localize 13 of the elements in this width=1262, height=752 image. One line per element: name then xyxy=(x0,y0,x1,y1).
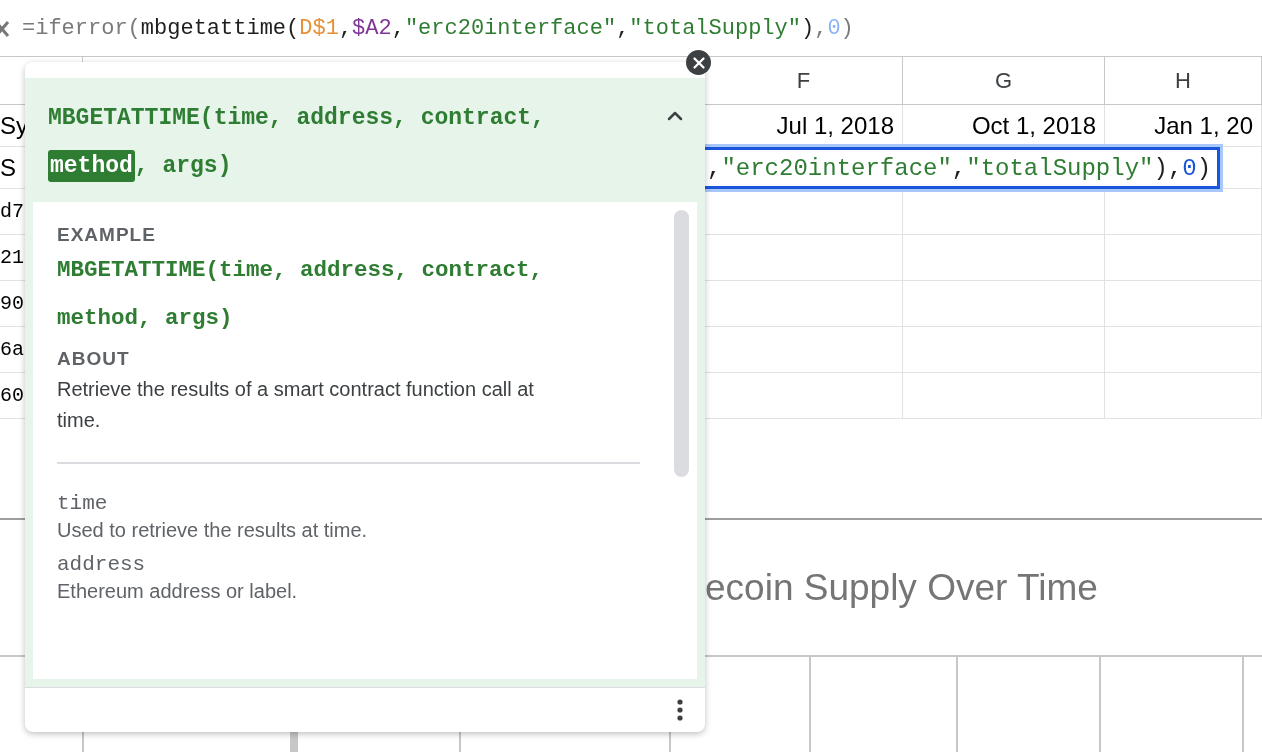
column-header[interactable]: F xyxy=(705,57,903,105)
parameter-description: Ethereum address or label. xyxy=(57,579,299,604)
parameter-name: address xyxy=(57,553,147,576)
parameter-description: Used to retrieve the results at time. xyxy=(57,518,369,543)
more-icon xyxy=(677,699,683,721)
parameter-name: time xyxy=(57,492,109,515)
function-icon xyxy=(0,18,10,38)
column-header[interactable]: H xyxy=(1105,57,1262,105)
scrollbar[interactable] xyxy=(674,210,689,477)
column-header[interactable]: G xyxy=(903,57,1105,105)
chart-title: ecoin Supply Over Time xyxy=(705,566,1098,609)
formula-field[interactable]: =iferror(mbgetattime(D$1,$A2,"erc20interface","totalSupply"),0) xyxy=(22,15,854,41)
more-button[interactable] xyxy=(677,699,683,721)
